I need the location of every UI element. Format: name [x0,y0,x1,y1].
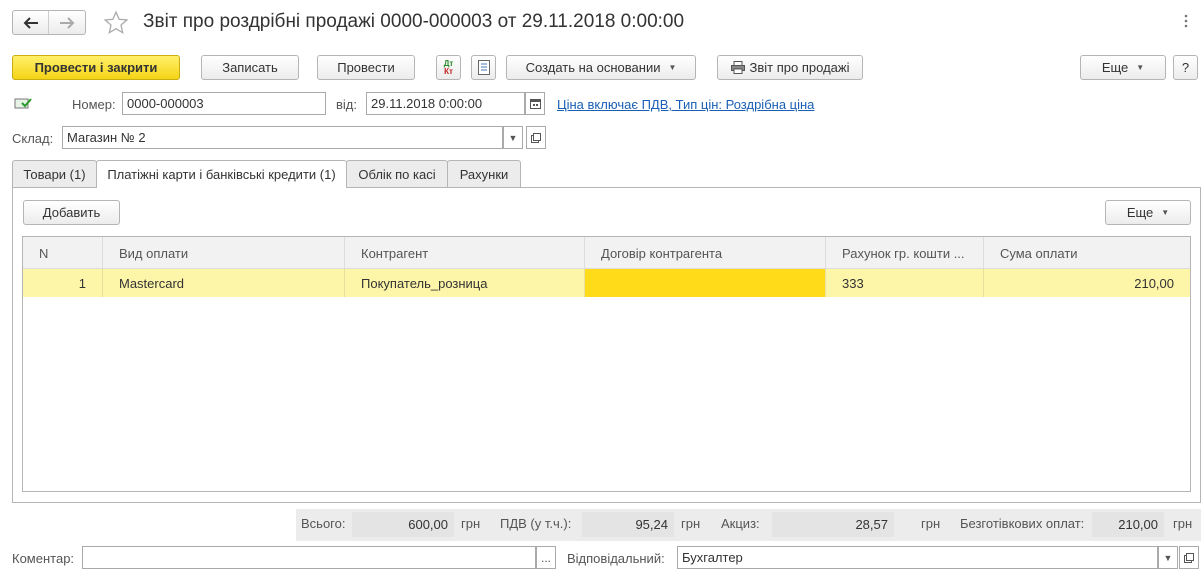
excise-currency: грн [921,516,941,531]
column-header-payment-type[interactable]: Вид оплати [103,237,345,269]
sales-report-button[interactable]: Звіт про продажі [717,55,863,80]
tab-goods[interactable]: Товари (1) [12,160,97,187]
table-row[interactable]: 1 Mastercard Покупатель_розница 333 210,… [23,269,1190,297]
open-window-icon [1184,552,1194,563]
favorite-star-icon[interactable] [103,10,129,39]
number-field[interactable]: 0000-000003 [122,92,326,115]
amount-cell[interactable]: 210,00 [984,269,1190,297]
window-menu-icon[interactable] [1180,14,1192,31]
excise-label: Акциз: [721,516,760,531]
total-value: 600,00 [352,512,454,537]
printer-icon [730,61,745,74]
total-currency: грн [461,516,481,531]
warehouse-open-button[interactable] [526,126,546,149]
post-and-close-button[interactable]: Провести і закрити [12,55,180,80]
create-based-on-label: Создать на основании [525,60,661,75]
help-button[interactable]: ? [1173,55,1198,80]
chevron-down-icon: ▼ [1161,208,1170,217]
column-header-account[interactable]: Рахунок гр. кошти ... [826,237,984,269]
posted-status-icon [14,96,32,113]
warehouse-label: Склад: [12,131,54,146]
comment-label: Коментар: [12,551,75,566]
create-based-on-button[interactable]: Создать на основании ▼ [506,55,696,80]
report-button[interactable] [471,55,496,80]
responsible-dropdown-button[interactable]: ▼ [1158,546,1178,569]
dt-kt-icon: Дт Кт [443,58,454,76]
table-header: N Вид оплати Контрагент Договір контраге… [23,237,1190,269]
price-settings-link[interactable]: Ціна включає ПДВ, Тип цін: Роздрібна цін… [557,97,814,112]
vat-value: 95,24 [582,512,674,537]
responsible-label: Відповідальний: [567,551,665,566]
date-field[interactable]: 29.11.2018 0:00:00 [366,92,525,115]
add-button[interactable]: Добавить [23,200,120,225]
date-label: від: [336,97,357,112]
excise-value: 28,57 [772,512,894,537]
payment-type-cell[interactable]: Mastercard [103,269,345,297]
noncash-value: 210,00 [1092,512,1164,537]
number-label: Номер: [72,97,116,112]
chevron-down-icon: ▼ [1163,552,1173,563]
vat-currency: грн [681,516,701,531]
more-button[interactable]: Еще ▼ [1080,55,1166,80]
comment-field[interactable] [82,546,536,569]
column-header-amount[interactable]: Сума оплати [984,237,1190,269]
nav-buttons [12,10,86,35]
warehouse-field[interactable]: Магазин № 2 [62,126,503,149]
calendar-icon [529,99,541,109]
vat-label: ПДВ (у т.ч.): [500,516,572,531]
forward-arrow-icon[interactable] [49,11,85,34]
save-button[interactable]: Записать [201,55,299,80]
total-label: Всього: [301,516,346,531]
responsible-open-button[interactable] [1179,546,1199,569]
chevron-down-icon: ▼ [1136,63,1145,72]
counterparty-cell[interactable]: Покупатель_розница [345,269,585,297]
open-window-icon [531,132,541,143]
post-button[interactable]: Провести [317,55,415,80]
sales-report-label: Звіт про продажі [749,60,850,75]
noncash-label: Безготівкових оплат: [960,516,1085,531]
column-header-contract[interactable]: Договір контрагента [585,237,826,269]
account-cell[interactable]: 333 [826,269,984,297]
more-label: Еще [1101,60,1129,75]
tab-invoices[interactable]: Рахунки [447,160,521,187]
responsible-field[interactable]: Бухгалтер [677,546,1158,569]
back-arrow-icon[interactable] [13,11,49,34]
tab-payment-cards[interactable]: Платіжні карти і банківські кредити (1) [96,160,347,188]
noncash-currency: грн [1173,516,1193,531]
row-number[interactable]: 1 [23,269,103,297]
column-header-counterparty[interactable]: Контрагент [345,237,585,269]
warehouse-dropdown-button[interactable]: ▼ [503,126,523,149]
comment-edit-button[interactable]: ... [536,546,556,569]
document-icon [477,60,490,75]
contract-cell[interactable] [585,269,826,297]
chevron-down-icon: ▼ [508,132,518,143]
calendar-button[interactable] [525,92,545,115]
column-header-n[interactable]: N [23,237,103,269]
chevron-down-icon: ▼ [668,63,677,72]
table-more-button[interactable]: Еще ▼ [1105,200,1191,225]
page-title: Звіт про роздрібні продажі 0000-000003 о… [143,11,685,32]
table-more-label: Еще [1126,205,1154,220]
tab-cash-accounting[interactable]: Облік по касі [346,160,448,187]
dt-kt-button[interactable]: Дт Кт [436,55,461,80]
